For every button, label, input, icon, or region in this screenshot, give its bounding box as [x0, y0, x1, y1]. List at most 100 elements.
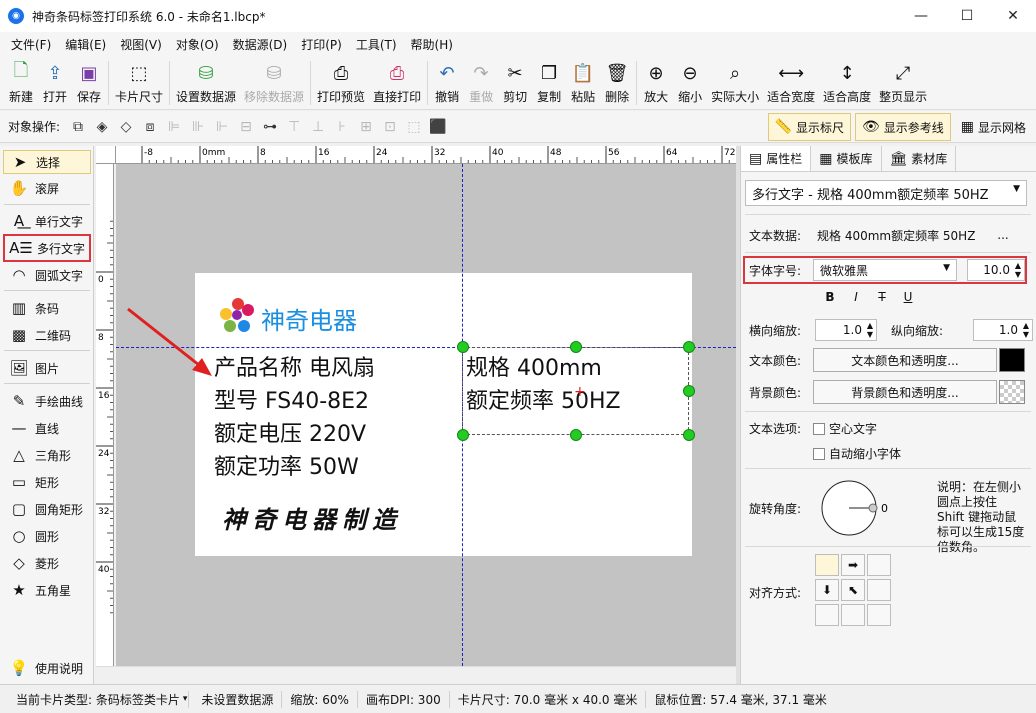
auto-shrink-checkbox[interactable]	[813, 447, 825, 460]
direct-print-button[interactable]: ⎙ 直接打印	[369, 56, 425, 110]
align-middle-icon[interactable]: ⊥	[306, 116, 330, 138]
copy-button[interactable]: ❐ 复制	[532, 56, 566, 110]
group-icon[interactable]: ⬚	[402, 116, 426, 138]
bring-front-icon[interactable]: ⧉	[66, 116, 90, 138]
tool-image[interactable]: 🖼 图片	[3, 356, 91, 380]
distribute-v-icon[interactable]: ⊞	[354, 116, 378, 138]
send-backward-icon[interactable]: ◇	[114, 116, 138, 138]
fit-height-button[interactable]: ↕ 适合高度	[819, 56, 875, 110]
redo-button[interactable]: ↷ 重做	[464, 56, 498, 110]
align-bottom-icon[interactable]: ⊦	[330, 116, 354, 138]
tool-rectangle[interactable]: ▭ 矩形	[3, 470, 91, 494]
menu-help[interactable]: 帮助(H)	[404, 36, 460, 53]
show-ruler-toggle[interactable]: 📏 显示标尺	[767, 113, 851, 141]
tool-qrcode[interactable]: ▩ 二维码	[3, 323, 91, 347]
hscale-stepper[interactable]: 1.0 ▲ ▼	[815, 319, 877, 341]
open-button[interactable]: ⇪ 打开	[38, 56, 72, 110]
text-data-value[interactable]: 规格 400mm额定频率 50HZ	[815, 224, 993, 246]
align-bottom-left-button[interactable]	[815, 604, 839, 626]
hollow-text-checkbox[interactable]	[813, 422, 825, 435]
underline-button[interactable]: U	[895, 290, 921, 304]
tool-arc-text[interactable]: ◠ 圆弧文字	[3, 263, 91, 287]
card-size-button[interactable]: ⬚ 卡片尺寸	[111, 56, 167, 110]
send-back-icon[interactable]: ⧈	[138, 116, 162, 138]
align-middle-center-button[interactable]: ⬉	[841, 579, 865, 601]
align-bottom-right-button[interactable]	[867, 604, 891, 626]
delete-button[interactable]: 🗑 删除	[600, 56, 634, 110]
bold-button[interactable]: B	[817, 290, 843, 304]
ruler-left[interactable]: 0 8 16 24 32 40	[96, 164, 114, 666]
close-button[interactable]: ✕	[990, 0, 1036, 32]
fit-width-button[interactable]: ⟷ 适合宽度	[763, 56, 819, 110]
text-data-more-button[interactable]: ...	[993, 228, 1013, 242]
menu-datasource[interactable]: 数据源(D)	[226, 36, 295, 53]
text-color-button[interactable]: 文本颜色和透明度...	[813, 348, 997, 372]
tab-templates[interactable]: ▦ 模板库	[811, 146, 882, 171]
design-canvas[interactable]: 神奇电器 产品名称 电风扇 型号 FS40-8E2 额定电压 220V 额定功率…	[116, 164, 736, 666]
status-card-type[interactable]: 当前卡片类型: 条码标签类卡片	[8, 690, 189, 708]
menu-print[interactable]: 打印(P)	[294, 36, 349, 53]
tool-circle[interactable]: ○ 圆形	[3, 524, 91, 548]
font-size-stepper[interactable]: 10.0 ▲ ▼	[967, 259, 1025, 281]
menu-object[interactable]: 对象(O)	[169, 36, 226, 53]
maximize-button[interactable]: ☐	[944, 0, 990, 32]
menu-view[interactable]: 视图(V)	[113, 36, 169, 53]
menu-tools[interactable]: 工具(T)	[349, 36, 404, 53]
tool-barcode[interactable]: ▥ 条码	[3, 296, 91, 320]
remove-datasource-button[interactable]: ⛁ 移除数据源	[240, 56, 308, 110]
tool-scroll[interactable]: ✋ 滚屏	[3, 176, 91, 200]
italic-button[interactable]: I	[843, 290, 869, 304]
tool-triangle[interactable]: △ 三角形	[3, 443, 91, 467]
align-top-right-button[interactable]	[867, 554, 891, 576]
distribute-h-icon[interactable]: ⊟	[234, 116, 258, 138]
tab-materials[interactable]: 🏛 素材库	[882, 146, 957, 171]
font-name-select[interactable]: 微软雅黑 ▼	[813, 259, 957, 281]
set-datasource-button[interactable]: ⛁ 设置数据源	[172, 56, 240, 110]
show-grid-toggle[interactable]: ▦ 显示网格	[955, 113, 1032, 141]
paste-button[interactable]: 📋 粘贴	[566, 56, 600, 110]
print-preview-button[interactable]: ⎙ 打印预览	[313, 56, 369, 110]
align-middle-right-button[interactable]	[867, 579, 891, 601]
object-selector[interactable]: 多行文字 - 规格 400mm额定频率 50HZ ▼	[745, 180, 1027, 206]
fit-page-button[interactable]: ⤢ 整页显示	[875, 56, 931, 110]
vscale-stepper[interactable]: 1.0 ▲ ▼	[973, 319, 1033, 341]
align-right-icon[interactable]: ⊩	[210, 116, 234, 138]
rotation-dial[interactable]: 0	[817, 478, 897, 540]
ruler-top[interactable]: -8 0mm 8 16 24 32 40 48 56 64 72	[116, 146, 736, 164]
distribute-space-icon[interactable]: ⊶	[258, 116, 282, 138]
same-size-icon[interactable]: ⊡	[378, 116, 402, 138]
align-top-icon[interactable]: ⊤	[282, 116, 306, 138]
tool-rounded-rect[interactable]: ▢ 圆角矩形	[3, 497, 91, 521]
bg-color-button[interactable]: 背景颜色和透明度...	[813, 380, 997, 404]
minimize-button[interactable]: —	[898, 0, 944, 32]
tab-properties[interactable]: ▤ 属性栏	[741, 146, 812, 171]
save-button[interactable]: ▣ 保存	[72, 56, 106, 110]
cut-button[interactable]: ✂ 剪切	[498, 56, 532, 110]
align-middle-left-button[interactable]: ⬇	[815, 579, 839, 601]
ungroup-icon[interactable]: ⬛	[426, 116, 450, 138]
tool-select[interactable]: ➤ 选择	[3, 150, 91, 174]
align-bottom-center-button[interactable]	[841, 604, 865, 626]
chevron-down-icon[interactable]: ▾	[183, 694, 188, 704]
tool-freehand[interactable]: ✎ 手绘曲线	[3, 389, 91, 413]
tool-single-text[interactable]: A͟ 单行文字	[3, 209, 91, 233]
text-color-swatch[interactable]	[999, 348, 1025, 372]
align-top-center-button[interactable]: ➡	[841, 554, 865, 576]
undo-button[interactable]: ↶ 撤销	[430, 56, 464, 110]
tool-star[interactable]: ★ 五角星	[3, 578, 91, 602]
zoom-out-button[interactable]: ⊖ 缩小	[673, 56, 707, 110]
align-top-left-button[interactable]	[815, 554, 839, 576]
horizontal-scrollbar[interactable]	[96, 666, 736, 684]
menu-file[interactable]: 文件(F)	[4, 36, 58, 53]
tool-diamond[interactable]: ◇ 菱形	[3, 551, 91, 575]
new-button[interactable]: 🗋 新建	[4, 56, 38, 110]
show-guides-toggle[interactable]: 👁 显示参考线	[854, 113, 951, 141]
tool-help[interactable]: 💡 使用说明	[3, 656, 91, 680]
tool-multi-text[interactable]: A☰ 多行文字	[3, 234, 91, 262]
zoom-in-button[interactable]: ⊕ 放大	[639, 56, 673, 110]
menu-edit[interactable]: 编辑(E)	[58, 36, 113, 53]
tool-line[interactable]: — 直线	[3, 416, 91, 440]
align-left-icon[interactable]: ⊫	[162, 116, 186, 138]
bring-forward-icon[interactable]: ◈	[90, 116, 114, 138]
actual-size-button[interactable]: ⌕ 实际大小	[707, 56, 763, 110]
